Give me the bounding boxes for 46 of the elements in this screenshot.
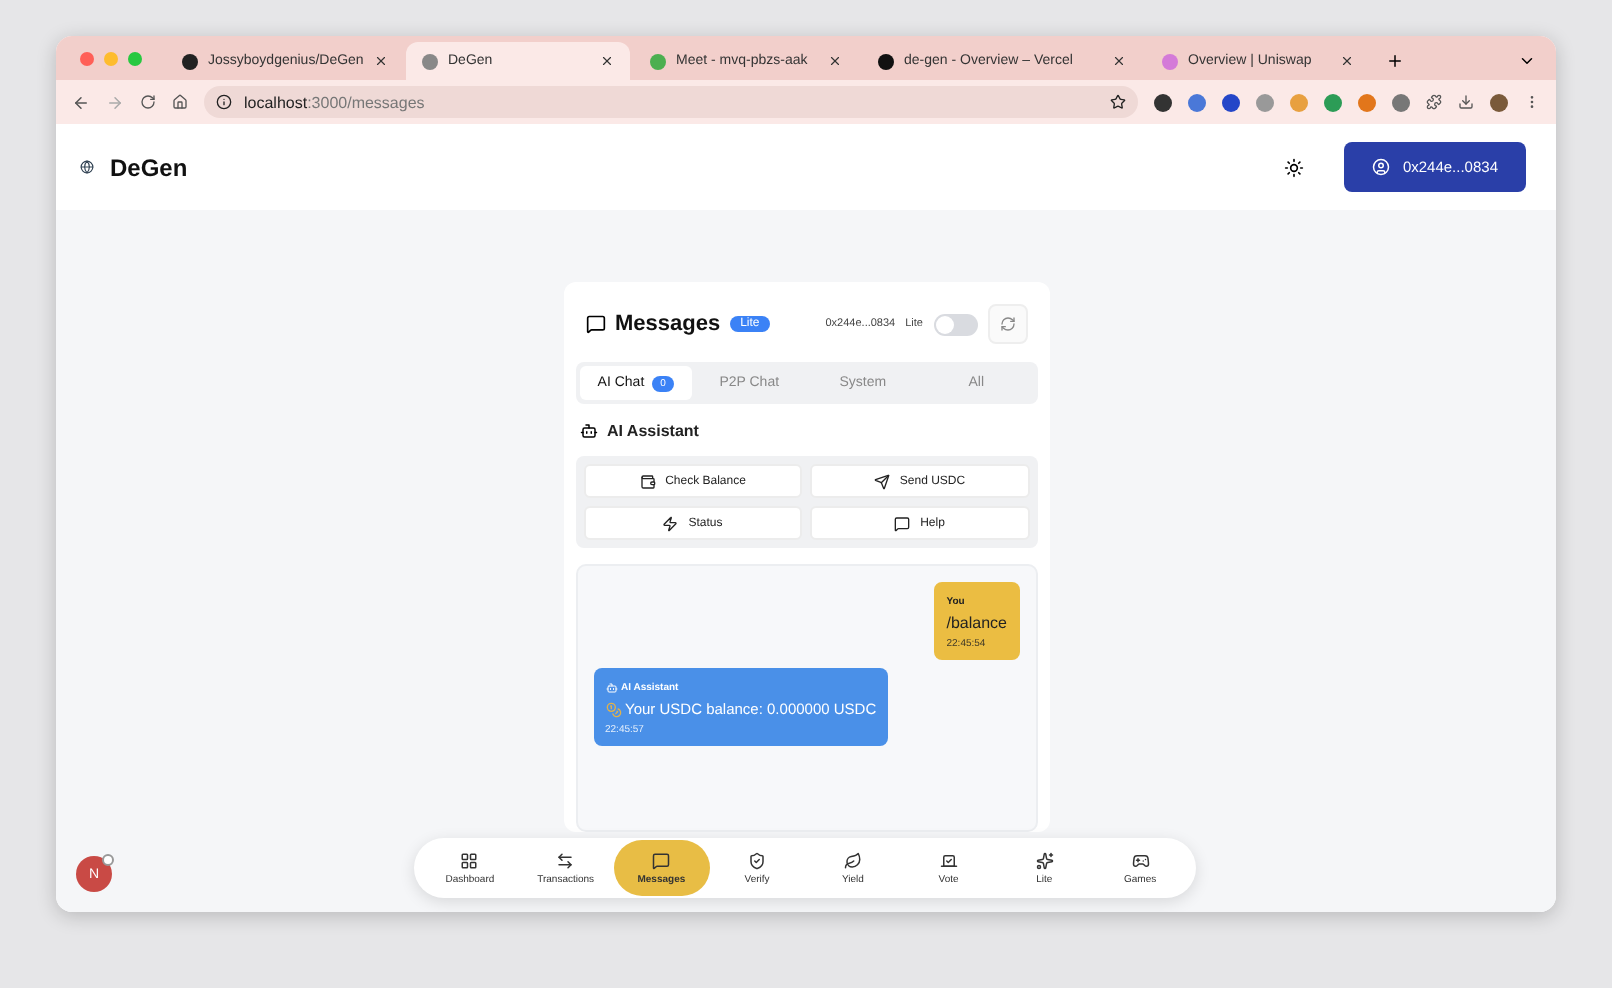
- coins-icon: [605, 701, 621, 717]
- favicon-icon: [422, 53, 438, 69]
- lite-toggle[interactable]: [933, 313, 977, 335]
- tab-list-icon[interactable]: [1518, 52, 1536, 70]
- message-icon: [585, 314, 605, 334]
- ballot-box-icon: [939, 851, 958, 869]
- robot-icon: [605, 682, 617, 694]
- user-icon: [1372, 158, 1391, 176]
- robot-icon: [579, 421, 597, 439]
- leaf-icon: [843, 851, 862, 869]
- theme-toggle-icon[interactable]: [1284, 157, 1305, 177]
- extensions-icon[interactable]: [1426, 94, 1442, 110]
- refresh-button[interactable]: [987, 304, 1027, 344]
- close-icon[interactable]: [600, 54, 614, 68]
- wallet-icon: [639, 473, 656, 489]
- arrows-icon: [556, 851, 575, 869]
- bookmark-star-icon[interactable]: [1110, 94, 1126, 110]
- section-title: AI Assistant: [607, 421, 699, 439]
- favicon-icon: [1162, 53, 1178, 69]
- brand-name: DeGen: [110, 153, 188, 181]
- back-icon[interactable]: [72, 93, 90, 111]
- profile-icon[interactable]: [1490, 93, 1508, 111]
- close-icon[interactable]: [373, 54, 388, 68]
- home-icon[interactable]: [172, 94, 188, 110]
- info-icon: [216, 94, 232, 110]
- lightning-icon: [662, 515, 679, 531]
- close-icon[interactable]: [1112, 54, 1126, 68]
- message-icon: [652, 851, 671, 869]
- logo-icon: [80, 160, 94, 174]
- refresh-icon: [999, 316, 1015, 332]
- address-bar[interactable]: localhost:3000/messages: [204, 86, 1138, 118]
- close-icon[interactable]: [828, 54, 842, 68]
- grid-icon: [460, 851, 479, 869]
- message-icon: [894, 515, 911, 531]
- sparkles-icon: [1035, 851, 1054, 869]
- favicon-icon: [878, 53, 894, 69]
- gamepad-icon: [1131, 851, 1150, 869]
- reload-icon[interactable]: [140, 94, 156, 110]
- new-tab-icon[interactable]: [1386, 52, 1404, 70]
- messages-title: Messages: [615, 312, 721, 336]
- favicon-icon: [182, 53, 198, 69]
- close-icon[interactable]: [1340, 54, 1354, 68]
- download-icon[interactable]: [1458, 94, 1474, 110]
- shield-icon: [748, 851, 767, 869]
- favicon-icon: [650, 53, 666, 69]
- send-icon: [873, 473, 890, 489]
